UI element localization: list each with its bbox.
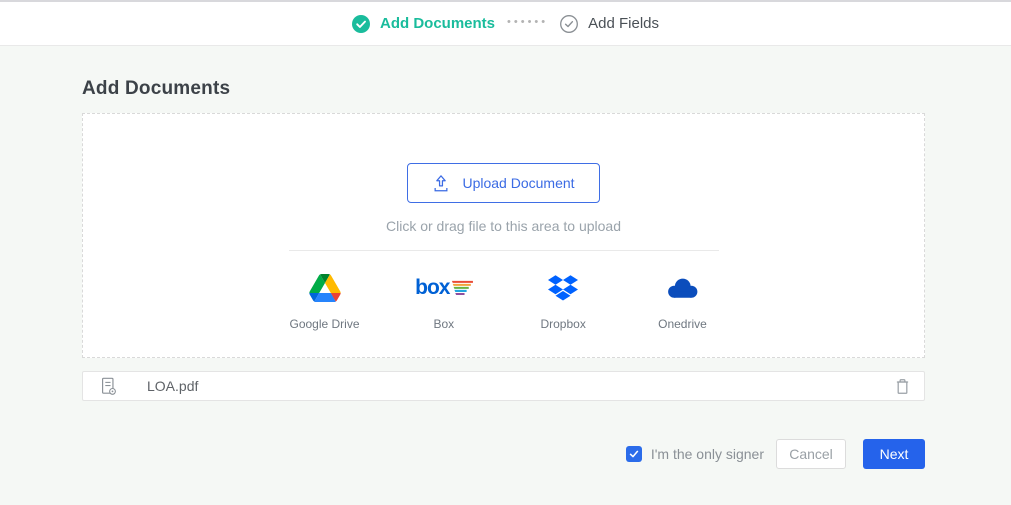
cancel-button[interactable]: Cancel (776, 439, 846, 469)
step-label: Add Documents (380, 15, 495, 32)
upload-document-button[interactable]: Upload Document (407, 163, 599, 203)
stepper-dots: •••••• (507, 17, 548, 30)
provider-label: Google Drive (289, 317, 359, 331)
provider-label: Onedrive (658, 317, 707, 331)
provider-onedrive[interactable]: Onedrive (626, 272, 738, 331)
dropzone-divider (289, 250, 719, 251)
provider-dropbox[interactable]: Dropbox (507, 272, 619, 331)
step-add-fields[interactable]: Add Fields (560, 15, 659, 33)
footer-actions: I'm the only signer Cancel Next (82, 439, 925, 469)
file-document-icon (99, 376, 117, 396)
upload-icon (432, 174, 450, 193)
uploaded-file-row: LOA.pdf (82, 371, 925, 401)
progress-stepper: Add Documents •••••• Add Fields (352, 15, 659, 33)
file-name: LOA.pdf (147, 378, 198, 394)
step-complete-icon (352, 15, 370, 33)
step-label: Add Fields (588, 15, 659, 32)
provider-google-drive[interactable]: Google Drive (269, 272, 381, 331)
dropbox-icon (548, 272, 578, 304)
next-button[interactable]: Next (863, 439, 925, 469)
step-pending-icon (560, 15, 578, 33)
step-add-documents[interactable]: Add Documents (352, 15, 495, 33)
upload-hint-text: Click or drag file to this area to uploa… (386, 218, 621, 234)
cloud-providers: Google Drive box Box (269, 272, 739, 331)
main-content: Add Documents Upload Document Click or d… (0, 46, 1011, 469)
provider-label: Dropbox (540, 317, 585, 331)
provider-label: Box (433, 317, 454, 331)
delete-file-icon[interactable] (895, 378, 910, 395)
provider-box[interactable]: box Box (388, 272, 500, 331)
upload-dropzone[interactable]: Upload Document Click or drag file to th… (82, 113, 925, 358)
page-title: Add Documents (82, 78, 925, 100)
google-drive-icon (309, 272, 341, 304)
onedrive-icon (664, 272, 700, 304)
box-icon: box (415, 272, 472, 304)
upload-button-label: Upload Document (462, 175, 574, 191)
top-bar: Add Documents •••••• Add Fields (0, 0, 1011, 46)
only-signer-label: I'm the only signer (651, 446, 764, 462)
only-signer-checkbox[interactable] (626, 446, 642, 462)
